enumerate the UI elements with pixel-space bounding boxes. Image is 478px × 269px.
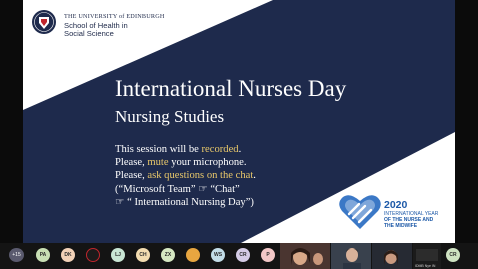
year-of-nurse-heart-icon xyxy=(339,195,381,229)
participant-avatar-cr[interactable]: CR xyxy=(446,248,460,262)
shared-slide: THE UNIVERSITY of EDINBURGH School of He… xyxy=(23,0,455,243)
note-chat-path: (“Microsoft Team” ☞ “Chat” xyxy=(115,183,240,195)
participant-avatar[interactable]: WS xyxy=(211,248,225,262)
badge-line3: THE MIDWIFE xyxy=(384,223,418,229)
note-recorded: This session will be recorded. xyxy=(115,144,242,155)
participant-avatar[interactable] xyxy=(86,248,100,262)
more-participants-badge[interactable]: +15 xyxy=(9,248,24,262)
participant-avatar[interactable]: PA xyxy=(36,248,50,262)
badge-year: 2020 xyxy=(384,199,408,211)
person-video-icon xyxy=(331,243,371,269)
note-questions: Please, ask questions on the chat. xyxy=(115,170,256,182)
video-tile[interactable] xyxy=(372,243,412,269)
video-tile[interactable] xyxy=(331,243,371,269)
person-video-icon xyxy=(280,243,330,269)
participant-avatar[interactable]: P xyxy=(261,248,275,262)
slide-subtitle: Nursing Studies xyxy=(115,107,225,126)
note-mute: Please, mute your microphone. xyxy=(115,157,247,169)
participant-avatar[interactable]: CH xyxy=(136,248,150,262)
slide-title: International Nurses Day xyxy=(115,76,347,101)
participant-avatar[interactable]: DK xyxy=(61,248,75,262)
university-crest-icon xyxy=(32,10,56,34)
school-name-line2: Social Science xyxy=(64,29,114,38)
video-tile[interactable]: IDMB Nye IN xyxy=(413,243,441,269)
person-video-icon xyxy=(372,243,412,269)
participant-avatar[interactable] xyxy=(186,248,200,262)
participant-avatar[interactable]: LJ xyxy=(111,248,125,262)
university-name: THE UNIVERSITY of EDINBURGH xyxy=(64,13,165,20)
video-tile[interactable] xyxy=(280,243,330,269)
session-notes: This session will be recorded. Please, m… xyxy=(115,143,256,209)
participant-avatar[interactable]: CR xyxy=(236,248,250,262)
note-chat-channel: ☞ “ International Nursing Day”) xyxy=(115,196,254,208)
tile-caption: IDMB Nye IN xyxy=(415,264,436,268)
participant-avatar[interactable]: ZX xyxy=(161,248,175,262)
